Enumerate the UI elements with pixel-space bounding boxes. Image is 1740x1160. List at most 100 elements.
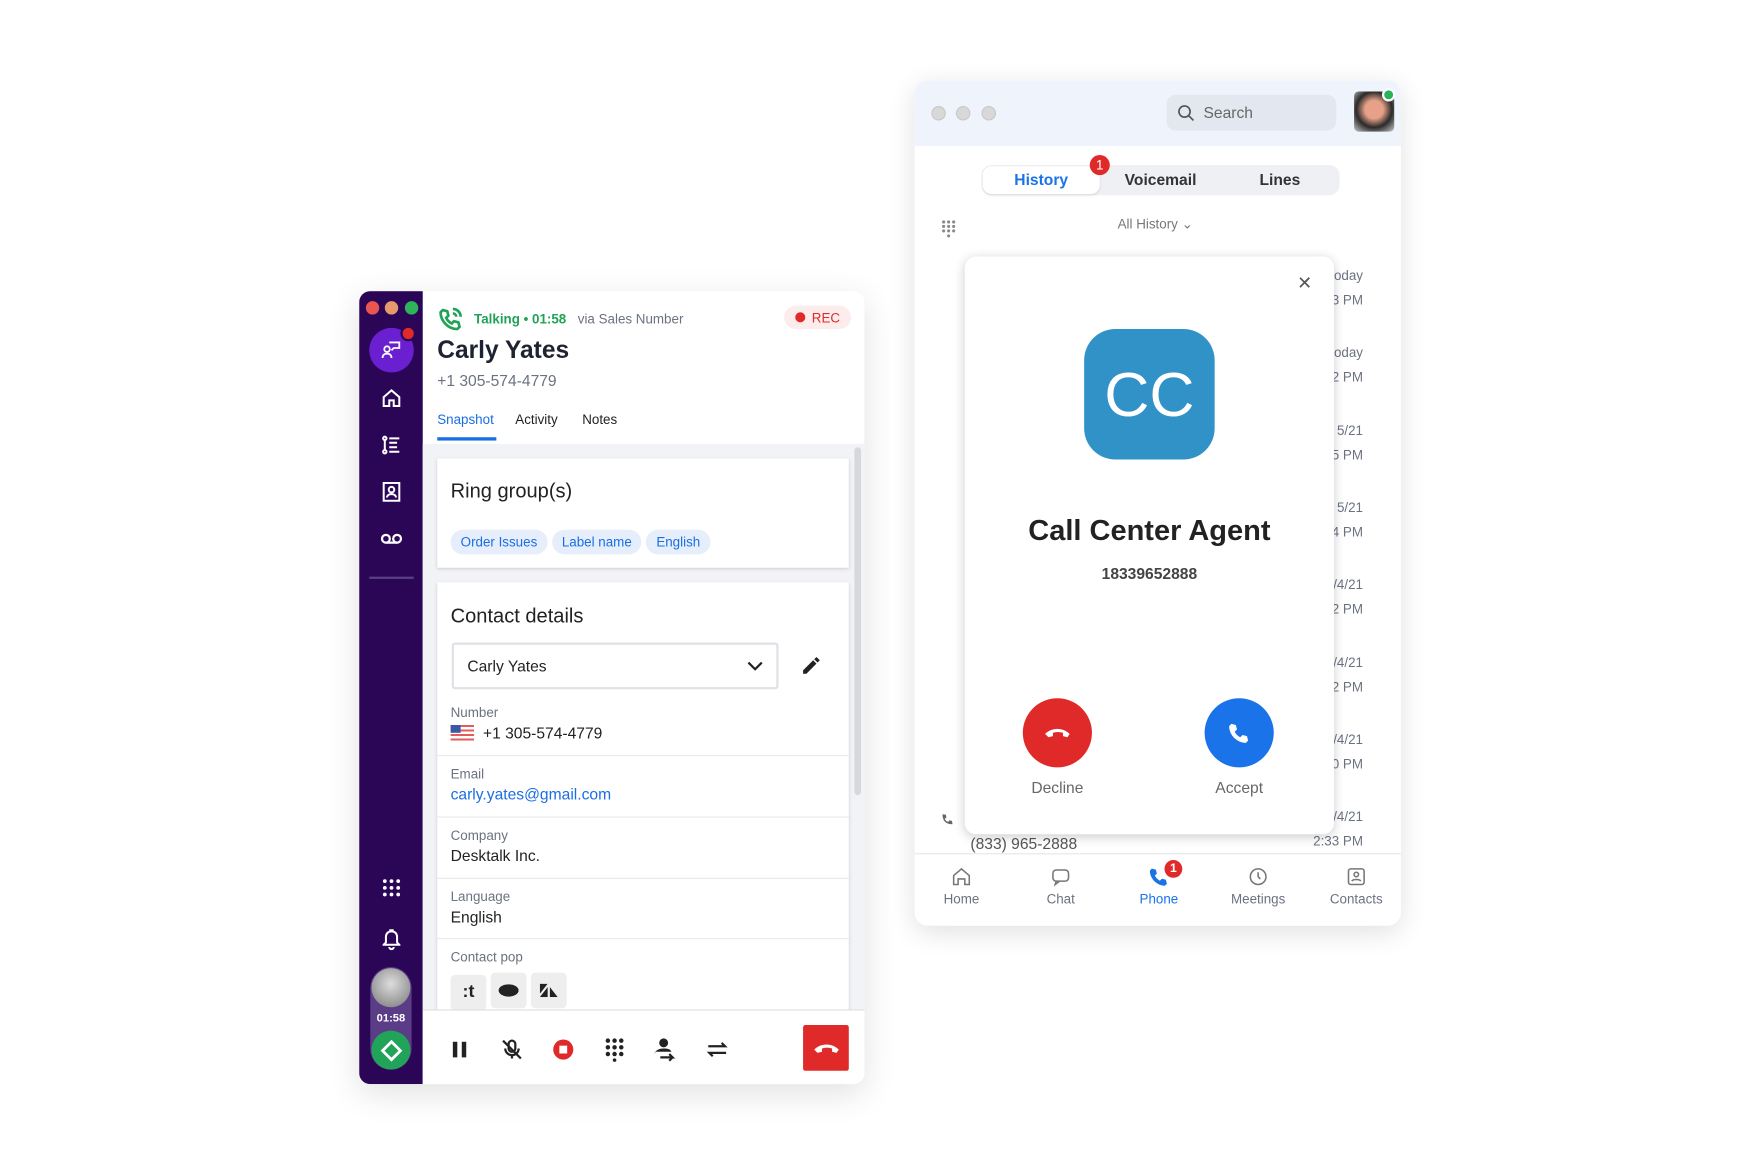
language-field: Language English	[437, 877, 849, 938]
call-timer: 01:58	[376, 1012, 406, 1026]
transfer-button[interactable]	[705, 1037, 730, 1062]
minimize-window-button[interactable]	[384, 301, 399, 315]
minimize-window-button[interactable]	[955, 105, 971, 121]
nav-label: Meetings	[1230, 891, 1286, 907]
scrollbar[interactable]	[854, 447, 862, 796]
notification-badge	[400, 325, 417, 342]
stop-recording-button[interactable]	[551, 1037, 576, 1062]
agent-status-icon[interactable]	[369, 325, 417, 373]
nav-meetings[interactable]: Meetings	[1214, 867, 1303, 907]
chat-icon	[1052, 869, 1070, 887]
ring-group-chips: Order Issues Label name English	[450, 529, 715, 555]
tab-snapshot[interactable]: Snapshot	[437, 412, 494, 428]
agent-avatar	[371, 968, 411, 1008]
hold-pause-button[interactable]	[447, 1037, 472, 1062]
contact-pop-label: Contact pop	[450, 949, 523, 965]
filter-label: All History	[1117, 216, 1178, 232]
edit-pencil-icon[interactable]	[801, 656, 821, 682]
chevron-down-icon	[747, 661, 763, 671]
nav-phone[interactable]: Phone 1	[1114, 859, 1203, 907]
activity-list-icon[interactable]	[378, 432, 405, 459]
divider	[369, 576, 414, 579]
nav-label: Contacts	[1329, 891, 1383, 907]
language-label: Language	[450, 888, 511, 905]
active-tab-indicator	[437, 437, 497, 441]
clock-icon	[1249, 868, 1267, 886]
tab-lines[interactable]: Lines	[1220, 165, 1339, 195]
decline-button[interactable]	[1022, 698, 1092, 768]
history-badge: 1	[1089, 155, 1110, 176]
chip-order-issues: Order Issues	[450, 529, 548, 555]
tab-activity[interactable]: Activity	[515, 412, 557, 428]
voicemail-icon[interactable]	[378, 525, 405, 552]
contact-details-card: Contact details Carly Yates Number +1 30…	[437, 582, 849, 1029]
email-label: Email	[450, 766, 485, 782]
bell-icon[interactable]	[378, 926, 405, 953]
company-value: Desktalk Inc.	[450, 846, 541, 865]
accept-button[interactable]	[1204, 698, 1274, 768]
call-log-icon	[941, 811, 953, 831]
call-via: via Sales Number	[577, 311, 684, 327]
history-filter-dropdown[interactable]: All History ⌄	[1118, 216, 1193, 232]
snapshot-content: Ring group(s) Order Issues Label name Engl…	[422, 443, 865, 1029]
accept-label: Accept	[1215, 778, 1264, 797]
incoming-call-modal: ✕ CC Call Center Agent 18339652888 Decli…	[964, 256, 1334, 835]
apps-grid-icon[interactable]	[378, 874, 405, 901]
history-time: 0 PM	[1331, 756, 1363, 772]
search-icon	[1178, 104, 1195, 121]
history-time: 3 PM	[1331, 292, 1363, 308]
chip-english: English	[646, 529, 711, 555]
available-status-icon	[371, 1030, 411, 1070]
nav-label: Home	[943, 891, 980, 907]
search-input[interactable]: Search	[1166, 94, 1337, 131]
close-window-button[interactable]	[931, 105, 946, 121]
history-entry-number[interactable]: (833) 965-2888	[970, 834, 1077, 852]
maximize-window-button[interactable]	[404, 301, 419, 315]
nav-contacts[interactable]: Contacts	[1312, 867, 1401, 907]
company-label: Company	[450, 827, 508, 844]
maximize-window-button[interactable]	[981, 105, 997, 121]
contact-select[interactable]: Carly Yates	[451, 642, 779, 690]
chip-label-name: Label name	[551, 529, 642, 555]
nav-label: Chat	[1046, 891, 1075, 907]
talkdesk-icon[interactable]: :t	[450, 974, 487, 1011]
user-avatar[interactable]	[1354, 88, 1396, 132]
home-icon[interactable]	[378, 385, 405, 412]
keypad-button[interactable]	[602, 1037, 627, 1062]
number-label: Number	[450, 704, 499, 721]
title-bar: Search	[914, 80, 1401, 147]
close-icon[interactable]: ✕	[1297, 272, 1312, 294]
history-date: oday	[1333, 344, 1363, 361]
zendesk-icon[interactable]	[530, 972, 567, 1009]
call-status: Talking • 01:58	[474, 311, 567, 327]
email-link[interactable]: carly.yates@gmail.com	[451, 785, 849, 803]
dialpad-icon[interactable]	[941, 220, 956, 245]
history-time: 2 PM	[1331, 601, 1363, 617]
active-call-pill[interactable]: 01:58	[370, 967, 412, 1070]
mute-microphone-button[interactable]	[500, 1037, 525, 1062]
call-controls-bar	[422, 1009, 865, 1085]
add-participant-button[interactable]	[654, 1037, 679, 1062]
history-date: /4/21	[1333, 576, 1363, 593]
hang-up-button[interactable]	[803, 1025, 849, 1071]
history-date: /4/21	[1333, 731, 1363, 748]
search-placeholder: Search	[1203, 103, 1253, 122]
close-window-button[interactable]	[365, 301, 380, 315]
tab-history[interactable]: History	[982, 166, 1100, 195]
nav-chat[interactable]: Chat	[1016, 867, 1105, 907]
tab-voicemail[interactable]: Voicemail	[1101, 165, 1220, 195]
online-status-dot	[1381, 88, 1396, 102]
number-field: Number +1 305-574-4779	[450, 704, 602, 742]
history-date: oday	[1333, 267, 1363, 284]
salesforce-icon[interactable]	[490, 972, 527, 1009]
contact-details-title: Contact details	[450, 604, 584, 627]
decline-phone-icon	[1045, 728, 1070, 738]
nav-label: Phone	[1139, 891, 1179, 907]
contacts-icon[interactable]	[378, 478, 405, 505]
divider	[914, 853, 1401, 855]
dialer-window: 01:58 Talking • 01:58 via Sales Number R…	[359, 291, 865, 1085]
tab-notes[interactable]: Notes	[582, 412, 617, 428]
nav-home[interactable]: Home	[917, 867, 1006, 907]
call-panel: Talking • 01:58 via Sales Number REC Car…	[422, 291, 865, 1085]
contacts-icon	[1347, 868, 1365, 886]
